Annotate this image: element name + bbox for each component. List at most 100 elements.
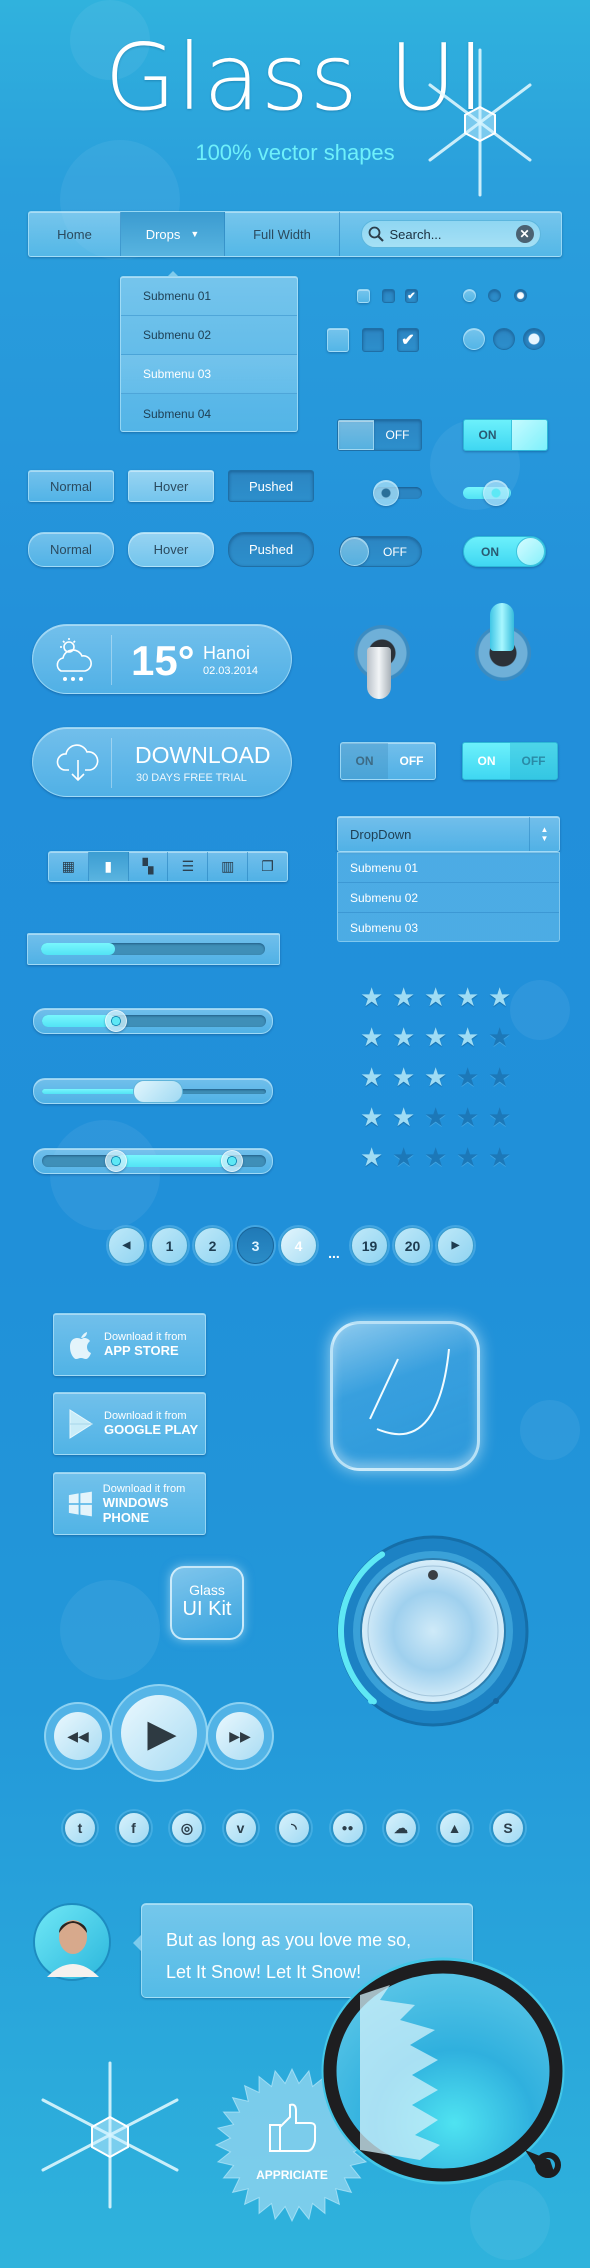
star-rating[interactable]: ★ ★ ★ ★ ★ <box>360 1144 511 1170</box>
star-rating[interactable]: ★ ★ ★ ★ ★ <box>360 984 511 1010</box>
skype-icon[interactable]: S <box>491 1811 525 1845</box>
dropdown-option[interactable]: Submenu 02 <box>338 883 559 913</box>
star-rating[interactable]: ★ ★ ★ ★ ★ <box>360 1064 511 1090</box>
slider-knob-high[interactable] <box>221 1150 244 1172</box>
button-hover[interactable]: Hover <box>128 470 214 502</box>
toggle-split-off[interactable]: ON OFF <box>340 742 436 780</box>
star-icon[interactable]: ★ <box>392 1024 415 1050</box>
dropdown-option[interactable]: Submenu 01 <box>338 853 559 883</box>
star-rating[interactable]: ★ ★ ★ ★ ★ <box>360 1024 511 1050</box>
carousel-icon[interactable]: ▮ <box>88 852 129 881</box>
next-arrow-icon[interactable]: ▶ <box>437 1227 474 1264</box>
grid-small-icon[interactable]: ▦ <box>49 852 89 881</box>
star-icon[interactable]: ★ <box>360 984 383 1010</box>
star-icon[interactable]: ★ <box>424 984 447 1010</box>
page-button-current[interactable]: 3 <box>237 1227 274 1264</box>
vimeo-icon[interactable]: v <box>223 1811 258 1845</box>
flickr-icon[interactable]: ●● <box>330 1811 365 1845</box>
page-button-hover[interactable]: 4 <box>280 1227 317 1264</box>
star-rating[interactable]: ★ ★ ★ ★ ★ <box>360 1104 511 1130</box>
star-icon[interactable]: ★ <box>360 1024 383 1050</box>
twitter-icon[interactable]: t <box>63 1811 97 1845</box>
submenu-item[interactable]: Submenu 03 <box>121 355 297 394</box>
slider-handle-knob[interactable] <box>133 1080 184 1103</box>
star-icon[interactable]: ★ <box>456 1064 479 1090</box>
toggle-round-on[interactable]: ON <box>463 536 546 567</box>
volume-knob[interactable] <box>333 1531 533 1731</box>
toggle-square-off[interactable]: OFF <box>337 419 422 451</box>
search-field[interactable]: Search... ✕ <box>360 220 541 248</box>
forrst-icon[interactable]: ▲ <box>437 1811 472 1845</box>
radio-large-selected[interactable] <box>523 328 545 350</box>
toggle-round-off[interactable]: OFF <box>339 536 422 567</box>
windows-icon[interactable]: ❐ <box>248 852 287 881</box>
close-icon[interactable]: ✕ <box>515 225 534 243</box>
radio-small-normal[interactable] <box>463 289 476 302</box>
nav-item-drops[interactable]: Drops ▼ <box>121 212 225 256</box>
star-icon[interactable]: ★ <box>392 984 415 1010</box>
star-icon[interactable]: ★ <box>424 1064 447 1090</box>
star-icon[interactable]: ★ <box>488 984 511 1010</box>
prev-arrow-icon[interactable]: ◀ <box>108 1227 145 1264</box>
star-icon[interactable]: ★ <box>392 1064 415 1090</box>
star-icon[interactable]: ★ <box>456 1024 479 1050</box>
checkbox-small-normal[interactable] <box>357 289 370 303</box>
star-icon[interactable]: ★ <box>360 1144 383 1170</box>
slider-knob[interactable] <box>104 1010 127 1032</box>
avatar[interactable] <box>33 1903 111 1981</box>
button-normal[interactable]: Normal <box>28 470 114 502</box>
star-icon[interactable]: ★ <box>456 1104 479 1130</box>
radio-small-selected[interactable] <box>514 289 527 302</box>
windows-phone-button[interactable]: Download it from WINDOWS PHONE <box>53 1472 206 1535</box>
star-icon[interactable]: ★ <box>488 1024 511 1050</box>
nav-item-home[interactable]: Home <box>29 212 121 256</box>
star-icon[interactable]: ★ <box>424 1144 447 1170</box>
page-button[interactable]: 20 <box>394 1227 431 1264</box>
checkbox-small-checked[interactable]: ✔ <box>405 289 418 303</box>
star-icon[interactable]: ★ <box>488 1144 511 1170</box>
submenu-item[interactable]: Submenu 04 <box>121 394 297 433</box>
page-button[interactable]: 2 <box>194 1227 231 1264</box>
toggle-square-on[interactable]: ON <box>463 419 548 451</box>
star-icon[interactable]: ★ <box>424 1024 447 1050</box>
facebook-icon[interactable]: f <box>116 1811 151 1845</box>
radio-small-pressed[interactable] <box>488 289 501 302</box>
star-icon[interactable]: ★ <box>360 1104 383 1130</box>
cloud-icon[interactable]: ☁ <box>384 1811 418 1845</box>
star-icon[interactable]: ★ <box>488 1064 511 1090</box>
nav-item-full-width[interactable]: Full Width <box>225 212 340 256</box>
slider-knob-low[interactable] <box>104 1150 127 1172</box>
switch-thumb[interactable] <box>483 480 509 506</box>
checkbox-large-pressed[interactable] <box>362 328 384 352</box>
grid-large-icon[interactable]: ▚ <box>129 852 169 881</box>
slider-handle[interactable] <box>33 1078 273 1104</box>
dropdown-option[interactable]: Submenu 03 <box>338 913 559 943</box>
app-icon[interactable] <box>330 1321 480 1471</box>
button-pushed[interactable]: Pushed <box>228 470 314 502</box>
checkbox-large-checked[interactable]: ✔ <box>397 328 419 352</box>
slider-single[interactable] <box>33 1008 273 1034</box>
search-input[interactable]: Search... <box>390 227 510 242</box>
page-button[interactable]: 19 <box>351 1227 388 1264</box>
star-icon[interactable]: ★ <box>424 1104 447 1130</box>
download-button[interactable]: DOWNLOAD 30 DAYS FREE TRIAL <box>32 727 292 797</box>
toggle-split-on[interactable]: ON OFF <box>462 742 558 780</box>
list-icon[interactable]: ☰ <box>168 852 209 881</box>
app-store-button[interactable]: Download it from APP STORE <box>53 1313 206 1376</box>
star-icon[interactable]: ★ <box>360 1064 383 1090</box>
rewind-button[interactable]: ◀◀ <box>44 1702 112 1770</box>
button-rounded-pushed[interactable]: Pushed <box>228 532 314 567</box>
checkbox-large-normal[interactable] <box>327 328 349 352</box>
submenu-item[interactable]: Submenu 01 <box>121 277 297 316</box>
radio-large-normal[interactable] <box>463 328 485 350</box>
rss-icon[interactable]: ◝ <box>277 1811 311 1845</box>
star-icon[interactable]: ★ <box>392 1104 415 1130</box>
columns-icon[interactable]: ▥ <box>208 852 249 881</box>
button-rounded-hover[interactable]: Hover <box>128 532 214 567</box>
page-button[interactable]: 1 <box>151 1227 188 1264</box>
checkbox-small-pressed[interactable] <box>382 289 395 303</box>
play-button[interactable]: ▶ <box>110 1684 208 1782</box>
star-icon[interactable]: ★ <box>456 1144 479 1170</box>
star-icon[interactable]: ★ <box>456 984 479 1010</box>
dribbble-icon[interactable]: ◎ <box>170 1811 204 1845</box>
